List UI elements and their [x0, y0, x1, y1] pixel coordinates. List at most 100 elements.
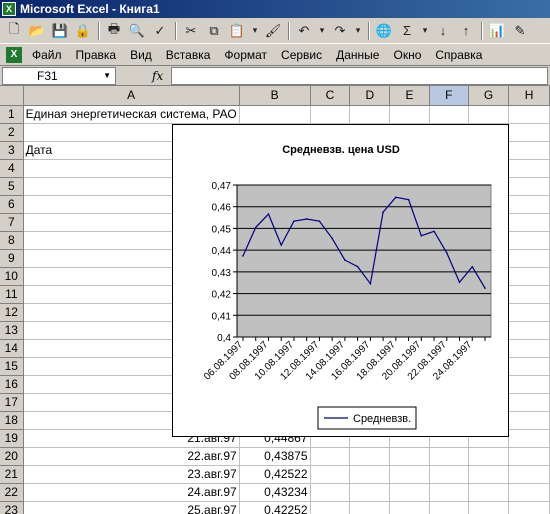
cell-h[interactable] [508, 177, 550, 196]
row-header[interactable]: 18 [0, 411, 24, 430]
open-icon[interactable]: 📂 [26, 21, 48, 41]
cell-a[interactable]: 23.авг.97 [23, 465, 240, 484]
cut-icon[interactable]: ✂ [180, 21, 202, 41]
chart-wizard-icon[interactable]: 📊 [486, 21, 508, 41]
row-header[interactable]: 12 [0, 303, 24, 322]
cell-g[interactable] [468, 465, 510, 484]
cell-h[interactable] [508, 339, 550, 358]
cell-c[interactable] [310, 447, 351, 466]
cell-h[interactable] [508, 483, 550, 502]
menu-edit[interactable]: Правка [76, 48, 117, 62]
column-header-b[interactable]: B [239, 86, 311, 106]
cell-b[interactable]: 0,42252 [239, 501, 311, 514]
copy-icon[interactable]: ⧉ [203, 21, 225, 41]
redo-dropdown-icon[interactable]: ▾ [352, 21, 364, 41]
row-header[interactable]: 10 [0, 267, 24, 286]
cell-h[interactable] [508, 105, 550, 124]
cell-h[interactable] [508, 321, 550, 340]
column-header-h[interactable]: H [508, 86, 550, 106]
name-box[interactable]: F31 ▼ [2, 66, 116, 85]
row-header[interactable]: 8 [0, 231, 24, 250]
cell-b[interactable]: 0,43234 [239, 483, 311, 502]
cell-c[interactable] [310, 501, 351, 514]
cell-h[interactable] [508, 195, 550, 214]
cell-h[interactable] [508, 141, 550, 160]
cell-a[interactable]: 24.авг.97 [23, 483, 240, 502]
sort-descending-icon[interactable]: ↑ [455, 21, 477, 41]
menu-view[interactable]: Вид [130, 48, 152, 62]
cell-h[interactable] [508, 231, 550, 250]
cell-d[interactable] [349, 105, 391, 124]
embedded-chart[interactable]: Средневзв. цена USD 0,4 0,41 0,42 0,43 0,44 0… [172, 124, 509, 437]
autosum-icon[interactable]: Σ [396, 21, 418, 41]
cell-h[interactable] [508, 447, 550, 466]
row-header[interactable]: 6 [0, 195, 24, 214]
row-header[interactable]: 5 [0, 177, 24, 196]
hyperlink-icon[interactable]: 🌐 [373, 21, 395, 41]
row-header[interactable]: 1 [0, 105, 24, 124]
cell-c[interactable] [310, 465, 351, 484]
cell-a[interactable]: 25.авг.97 [23, 501, 240, 514]
cell-f[interactable] [429, 483, 469, 502]
cell-h[interactable] [508, 357, 550, 376]
menu-format[interactable]: Формат [224, 48, 267, 62]
cell-h[interactable] [508, 375, 550, 394]
cell-g[interactable] [468, 501, 510, 514]
row-header[interactable]: 21 [0, 465, 24, 484]
row-header[interactable]: 13 [0, 321, 24, 340]
undo-icon[interactable]: ↶ [293, 21, 315, 41]
cell-f[interactable] [429, 501, 469, 514]
permission-icon[interactable]: 🔒 [72, 21, 94, 41]
row-header[interactable]: 19 [0, 429, 24, 448]
cell-f[interactable] [429, 447, 469, 466]
row-header[interactable]: 11 [0, 285, 24, 304]
undo-dropdown-icon[interactable]: ▾ [316, 21, 328, 41]
cell-h[interactable] [508, 393, 550, 412]
cell-e[interactable] [389, 465, 430, 484]
cell-d[interactable] [349, 465, 391, 484]
cell-g[interactable] [468, 105, 510, 124]
function-icon[interactable]: fx [152, 69, 163, 83]
menu-data[interactable]: Данные [336, 48, 379, 62]
cell-e[interactable] [389, 483, 430, 502]
new-icon[interactable]: 🗋 [3, 21, 25, 41]
column-header-c[interactable]: C [310, 86, 351, 106]
paste-icon[interactable]: 📋 [226, 21, 248, 41]
print-preview-icon[interactable]: 🔍 [126, 21, 148, 41]
workbook-icon[interactable]: X [6, 46, 22, 63]
cell-e[interactable] [389, 447, 430, 466]
cell-h[interactable] [508, 249, 550, 268]
cell-h[interactable] [508, 123, 550, 142]
cell-h[interactable] [508, 303, 550, 322]
cell-b[interactable]: 0,43875 [239, 447, 311, 466]
autosum-dropdown-icon[interactable]: ▾ [419, 21, 431, 41]
cell-h[interactable] [508, 465, 550, 484]
column-header-g[interactable]: G [468, 86, 510, 106]
column-header-d[interactable]: D [349, 86, 391, 106]
cell-h[interactable] [508, 159, 550, 178]
cell-f[interactable] [429, 465, 469, 484]
column-header-a[interactable]: A [23, 86, 240, 106]
cell-b[interactable]: 0,42522 [239, 465, 311, 484]
spelling-icon[interactable]: ✓ [149, 21, 171, 41]
row-header[interactable]: 7 [0, 213, 24, 232]
row-header[interactable]: 9 [0, 249, 24, 268]
cell-h[interactable] [508, 429, 550, 448]
cell-g[interactable] [468, 447, 510, 466]
cell-h[interactable] [508, 501, 550, 514]
cell-e[interactable] [389, 105, 430, 124]
row-header[interactable]: 3 [0, 141, 24, 160]
cell-c[interactable] [310, 105, 351, 124]
cell-h[interactable] [508, 267, 550, 286]
cell-h[interactable] [508, 285, 550, 304]
print-icon[interactable]: 🖶 [103, 21, 125, 41]
cell-e[interactable] [389, 501, 430, 514]
format-painter-icon[interactable]: 🖌 [262, 21, 284, 41]
paste-dropdown-icon[interactable]: ▾ [249, 21, 261, 41]
row-header[interactable]: 22 [0, 483, 24, 502]
menu-help[interactable]: Справка [435, 48, 482, 62]
cell-d[interactable] [349, 447, 391, 466]
chevron-down-icon[interactable]: ▼ [103, 71, 111, 80]
cell-a[interactable]: Единая энергетическая система, РАО [23, 105, 240, 124]
cell-h[interactable] [508, 411, 550, 430]
